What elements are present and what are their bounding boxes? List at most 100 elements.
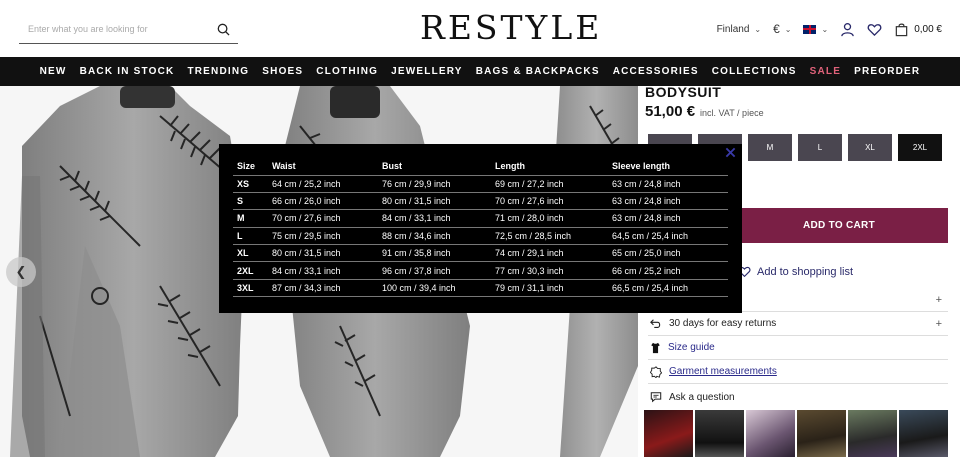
table-cell: 63 cm / 24,8 inch bbox=[608, 175, 728, 193]
nav-item-jewellery[interactable]: JEWELLERY bbox=[385, 66, 470, 77]
ask-question-label: Ask a question bbox=[669, 391, 735, 403]
size-cell: 3XL bbox=[233, 279, 268, 298]
size-option-m[interactable]: M bbox=[748, 134, 792, 161]
size-guide-link[interactable]: Size guide bbox=[668, 342, 715, 353]
size-option-l[interactable]: L bbox=[798, 134, 842, 161]
thumbnail[interactable] bbox=[644, 410, 693, 457]
uk-flag-icon bbox=[803, 24, 817, 34]
column-header: Size bbox=[233, 158, 268, 176]
table-cell: 80 cm / 31,5 inch bbox=[378, 192, 491, 211]
nav-item-preorder[interactable]: PREORDER bbox=[848, 66, 927, 77]
table-cell: 64 cm / 25,2 inch bbox=[268, 175, 378, 193]
table-cell: 74 cm / 29,1 inch bbox=[491, 244, 608, 263]
nav-item-new[interactable]: NEW bbox=[33, 66, 73, 77]
add-to-shopping-list[interactable]: Add to shopping list bbox=[738, 265, 853, 278]
size-chart-modal: Size Waist Bust Length Sleeve length XS … bbox=[219, 144, 742, 313]
info-row-size-guide[interactable]: Size guide bbox=[648, 336, 948, 360]
chevron-down-icon: ⌄ bbox=[754, 24, 762, 34]
table-cell: 84 cm / 33,1 inch bbox=[378, 209, 491, 228]
table-cell: 77 cm / 30,3 inch bbox=[491, 261, 608, 280]
thumbnail[interactable] bbox=[848, 410, 897, 457]
table-row: M 70 cm / 27,6 inch 84 cm / 33,1 inch 71… bbox=[233, 209, 728, 228]
column-header: Waist bbox=[268, 158, 378, 176]
language-selector[interactable]: ⌄ bbox=[803, 24, 829, 34]
table-cell: 91 cm / 35,8 inch bbox=[378, 244, 491, 263]
thumbnail[interactable] bbox=[746, 410, 795, 457]
table-row: 3XL 87 cm / 34,3 inch 100 cm / 39,4 inch… bbox=[233, 279, 728, 298]
country-selector[interactable]: Finland ⌄ bbox=[717, 24, 762, 35]
main-nav: NEW BACK IN STOCK TRENDING SHOES CLOTHIN… bbox=[0, 57, 960, 86]
search-input[interactable] bbox=[19, 18, 209, 40]
price-row: 51,00 € incl. VAT / piece bbox=[645, 103, 764, 120]
nav-item-bags-backpacks[interactable]: BAGS & BACKPACKS bbox=[469, 66, 606, 77]
table-cell: 63 cm / 24,8 inch bbox=[608, 192, 728, 211]
plus-icon: + bbox=[935, 293, 942, 306]
table-cell: 66 cm / 25,2 inch bbox=[608, 261, 728, 280]
size-option-2xl[interactable]: 2XL bbox=[898, 134, 942, 161]
table-cell: 80 cm / 31,5 inch bbox=[268, 244, 378, 263]
table-cell: 64,5 cm / 25,4 inch bbox=[608, 227, 728, 246]
garment-measurements-link[interactable]: Garment measurements bbox=[669, 366, 777, 377]
product-price: 51,00 € bbox=[645, 103, 696, 120]
table-cell: 72,5 cm / 28,5 inch bbox=[491, 227, 608, 246]
header-actions: Finland ⌄ € ⌄ ⌄ 0,00 € bbox=[717, 18, 942, 40]
column-header: Sleeve length bbox=[608, 158, 728, 176]
nav-item-shoes[interactable]: SHOES bbox=[256, 66, 310, 77]
size-chart-table: Size Waist Bust Length Sleeve length XS … bbox=[233, 158, 728, 298]
search-bar bbox=[19, 18, 238, 44]
table-cell: 76 cm / 29,9 inch bbox=[378, 175, 491, 193]
info-row-ask[interactable]: Ask a question bbox=[648, 385, 948, 409]
table-cell: 70 cm / 27,6 inch bbox=[268, 209, 378, 228]
chevron-down-icon: ⌄ bbox=[821, 24, 829, 34]
size-cell: XS bbox=[233, 175, 268, 193]
product-title: BODYSUIT bbox=[645, 84, 722, 100]
gallery-prev-button[interactable]: ❮ bbox=[6, 257, 36, 287]
table-cell: 79 cm / 31,1 inch bbox=[491, 279, 608, 298]
currency-selector[interactable]: € ⌄ bbox=[773, 22, 791, 36]
table-row: 2XL 84 cm / 33,1 inch 96 cm / 37,8 inch … bbox=[233, 261, 728, 280]
cart-total: 0,00 € bbox=[914, 23, 942, 35]
table-cell: 87 cm / 34,3 inch bbox=[268, 279, 378, 298]
country-label: Finland bbox=[716, 23, 750, 35]
table-cell: 69 cm / 27,2 inch bbox=[491, 175, 608, 193]
shopping-bag-icon bbox=[895, 23, 908, 36]
close-icon[interactable] bbox=[725, 147, 736, 158]
return-arrow-icon bbox=[650, 318, 661, 328]
badge-icon bbox=[650, 365, 662, 378]
info-row-garment[interactable]: Garment measurements bbox=[648, 360, 948, 384]
thumbnail[interactable] bbox=[695, 410, 744, 457]
info-row-returns[interactable]: 30 days for easy returns + bbox=[648, 312, 948, 336]
product-page: RESTYLE Finland ⌄ € ⌄ ⌄ bbox=[0, 0, 960, 457]
plus-icon: + bbox=[935, 317, 942, 330]
account-icon[interactable] bbox=[840, 22, 855, 37]
column-header: Bust bbox=[378, 158, 491, 176]
table-row: XS 64 cm / 25,2 inch 76 cm / 29,9 inch 6… bbox=[233, 175, 728, 193]
nav-item-accessories[interactable]: ACCESSORIES bbox=[606, 66, 705, 77]
table-cell: 66 cm / 26,0 inch bbox=[268, 192, 378, 211]
size-cell: XL bbox=[233, 244, 268, 263]
cart-button[interactable]: 0,00 € bbox=[894, 22, 942, 37]
size-option-xl[interactable]: XL bbox=[848, 134, 892, 161]
nav-item-trending[interactable]: TRENDING bbox=[181, 66, 256, 77]
nav-item-back-in-stock[interactable]: BACK IN STOCK bbox=[73, 66, 181, 77]
thumbnail[interactable] bbox=[899, 410, 948, 457]
table-row: L 75 cm / 29,5 inch 88 cm / 34,6 inch 72… bbox=[233, 227, 728, 246]
site-logo[interactable]: RESTYLE bbox=[420, 8, 602, 48]
thumbnail[interactable] bbox=[797, 410, 846, 457]
related-thumbnails bbox=[644, 410, 948, 457]
nav-item-sale[interactable]: SALE bbox=[803, 66, 847, 77]
shopping-list-label: Add to shopping list bbox=[757, 265, 854, 278]
table-row: S 66 cm / 26,0 inch 80 cm / 31,5 inch 70… bbox=[233, 192, 728, 211]
nav-item-collections[interactable]: COLLECTIONS bbox=[705, 66, 803, 77]
table-cell: 96 cm / 37,8 inch bbox=[378, 261, 491, 280]
table-cell: 70 cm / 27,6 inch bbox=[491, 192, 608, 211]
nav-item-clothing[interactable]: CLOTHING bbox=[310, 66, 385, 77]
returns-label: 30 days for easy returns bbox=[669, 318, 777, 329]
table-cell: 88 cm / 34,6 inch bbox=[378, 227, 491, 246]
size-cell: L bbox=[233, 227, 268, 246]
heart-icon[interactable] bbox=[867, 22, 882, 37]
currency-label: € bbox=[773, 22, 780, 36]
table-cell: 100 cm / 39,4 inch bbox=[378, 279, 491, 298]
search-icon[interactable] bbox=[217, 23, 230, 36]
table-cell: 71 cm / 28,0 inch bbox=[491, 209, 608, 228]
